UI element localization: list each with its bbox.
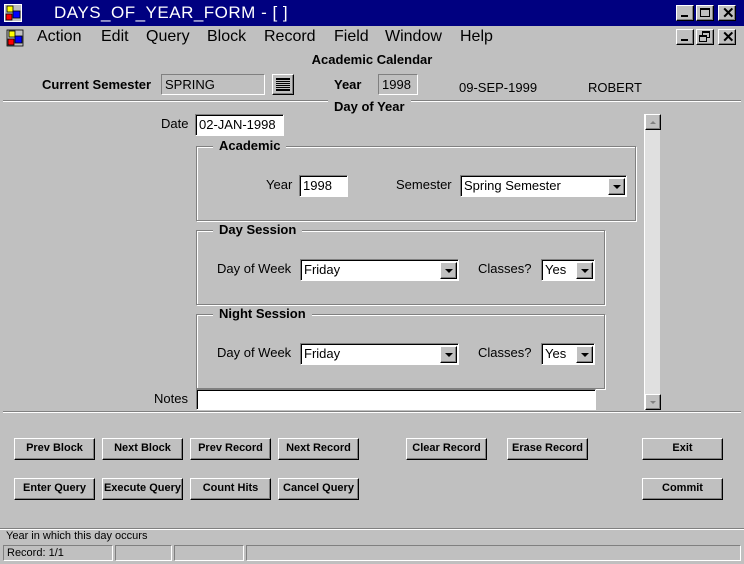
status-bar: Record: 1/1 [0,543,744,564]
child-restore-button[interactable] [696,29,714,45]
night-session-dow-dropdown-button[interactable] [440,346,457,363]
erase-record-button[interactable]: Erase Record [507,438,588,460]
day-session-dow-select[interactable]: Friday [300,259,459,281]
title-bar[interactable]: DAYS_OF_YEAR_FORM - [ ] ✕ [0,0,744,26]
academic-year-label: Year [266,177,293,192]
close-button[interactable]: ✕ [718,5,736,22]
menu-edit[interactable]: Edit [101,28,129,46]
current-user: ROBERT [588,80,642,95]
day-session-dow-value: Friday [304,262,341,277]
semester-select-value: Spring Semester [464,178,561,193]
semester-label: Semester [396,177,452,192]
date-field[interactable]: 02-JAN-1998 [195,114,284,136]
semester-select[interactable]: Spring Semester [460,175,627,197]
chevron-down-icon [581,353,589,357]
child-close-button[interactable]: ✕ [718,29,736,46]
window-title: DAYS_OF_YEAR_FORM - [ ] [54,3,289,22]
arrow-down-icon [650,401,656,404]
notes-label: Notes [154,391,188,406]
prev-record-button[interactable]: Prev Record [190,438,271,460]
day-of-year-title: Day of Year [328,99,411,114]
night-session-dow-select[interactable]: Friday [300,343,459,365]
menu-help[interactable]: Help [460,28,493,46]
maximize-button[interactable] [696,5,714,21]
prev-block-button[interactable]: Prev Block [14,438,95,460]
chevron-down-icon [445,353,453,357]
menu-action[interactable]: Action [37,28,81,46]
menu-bar: Action Edit Query Block Record Field Win… [0,26,744,49]
app-icon[interactable] [4,4,22,22]
clear-record-button[interactable]: Clear Record [406,438,487,460]
vertical-scrollbar[interactable] [644,114,661,410]
night-session-dow-value: Friday [304,346,341,361]
cancel-query-button[interactable]: Cancel Query [278,478,359,500]
count-hits-button[interactable]: Count Hits [190,478,271,500]
year-label: Year [334,77,362,92]
night-session-classes-select[interactable]: Yes [541,343,595,365]
day-session-classes-dropdown-button[interactable] [576,262,593,279]
day-session-title: Day Session [213,222,303,237]
day-session-classes-value: Yes [545,262,567,277]
menu-window[interactable]: Window [385,28,442,46]
academic-group-title: Academic [213,138,287,153]
notes-field[interactable] [196,389,596,410]
day-session-classes-label: Classes? [478,261,532,276]
menu-block[interactable]: Block [207,28,246,46]
academic-year-field[interactable]: 1998 [299,175,348,197]
chevron-down-icon [613,185,621,189]
status-cell-2 [115,545,172,561]
commit-button[interactable]: Commit [642,478,723,500]
day-session-dow-dropdown-button[interactable] [440,262,457,279]
semester-dropdown-button[interactable] [608,178,625,195]
document-icon[interactable] [6,29,24,47]
next-record-button[interactable]: Next Record [278,438,359,460]
menu-query[interactable]: Query [146,28,190,46]
menu-field[interactable]: Field [334,28,369,46]
current-semester-label: Current Semester [42,77,152,92]
night-session-classes-value: Yes [545,346,567,361]
current-date: 09-SEP-1999 [459,80,538,95]
hint-text: Year in which this day occurs [6,530,148,542]
execute-query-button[interactable]: Execute Query [102,478,183,500]
scroll-up-button[interactable] [645,114,661,130]
status-cell-3 [174,545,244,561]
form-title: Academic Calendar [311,52,433,67]
day-session-classes-select[interactable]: Yes [541,259,595,281]
close-icon: ✕ [722,29,735,46]
hint-bar: Year in which this day occurs [0,528,744,543]
chevron-down-icon [445,269,453,273]
scroll-down-button[interactable] [645,394,661,410]
next-block-button[interactable]: Next Block [102,438,183,460]
night-session-classes-label: Classes? [478,345,532,360]
enter-query-button[interactable]: Enter Query [14,478,95,500]
minimize-icon [681,39,688,41]
minimize-icon [681,15,688,17]
day-session-dow-label: Day of Week [217,261,292,276]
child-minimize-button[interactable] [676,29,694,45]
close-icon: ✕ [722,5,735,22]
semester-list-button[interactable] [272,74,294,95]
menu-record[interactable]: Record [264,28,316,46]
night-session-dow-label: Day of Week [217,345,292,360]
date-label: Date [161,116,189,131]
night-session-title: Night Session [213,306,312,321]
exit-button[interactable]: Exit [642,438,723,460]
night-session-classes-dropdown-button[interactable] [576,346,593,363]
record-indicator: Record: 1/1 [3,545,113,561]
minimize-button[interactable] [676,5,694,21]
year-field[interactable]: 1998 [378,74,418,95]
chevron-down-icon [581,269,589,273]
status-cell-4 [246,545,741,561]
maximize-icon [700,8,710,17]
list-icon [276,78,290,91]
current-semester-field[interactable]: SPRING [161,74,265,95]
arrow-up-icon [650,121,656,124]
